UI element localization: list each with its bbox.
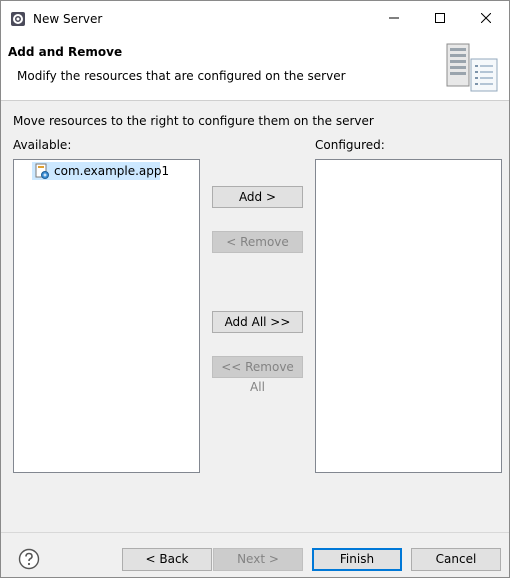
maximize-button[interactable] [417,1,463,36]
list-item-label: com.example.app1 [54,164,170,178]
page-title: Add and Remove [8,45,123,59]
instruction-text: Move resources to the right to configure… [13,114,374,128]
server-document-icon [446,43,498,92]
title-bar[interactable]: New Server [1,1,509,36]
minimize-icon [389,17,399,19]
cancel-button[interactable]: Cancel [411,548,501,571]
add-all-button[interactable]: Add All >> [212,311,303,333]
help-icon[interactable] [18,548,40,570]
new-server-dialog: New Server Add and Remove Modify the res… [0,0,510,578]
server-gear-icon [11,12,25,26]
next-button[interactable]: Next > [213,548,303,571]
web-module-icon [35,163,49,179]
close-icon [481,13,491,23]
window-title: New Server [33,12,103,26]
minimize-button[interactable] [371,1,417,36]
page-description: Modify the resources that are configured… [17,69,346,83]
remove-button[interactable]: < Remove [212,231,303,253]
available-list[interactable]: com.example.app1 [13,159,200,473]
list-item[interactable]: com.example.app1 [32,162,169,180]
maximize-icon [435,13,445,23]
footer-separator [1,532,509,533]
configured-label: Configured: [315,138,385,152]
back-button[interactable]: < Back [122,548,212,571]
add-button[interactable]: Add > [212,186,303,208]
finish-button[interactable]: Finish [312,548,402,571]
close-button[interactable] [463,1,509,36]
wizard-header: Add and Remove Modify the resources that… [1,36,509,101]
remove-all-button[interactable]: << Remove All [212,356,303,394]
available-label: Available: [13,138,72,152]
configured-list[interactable] [315,159,502,473]
